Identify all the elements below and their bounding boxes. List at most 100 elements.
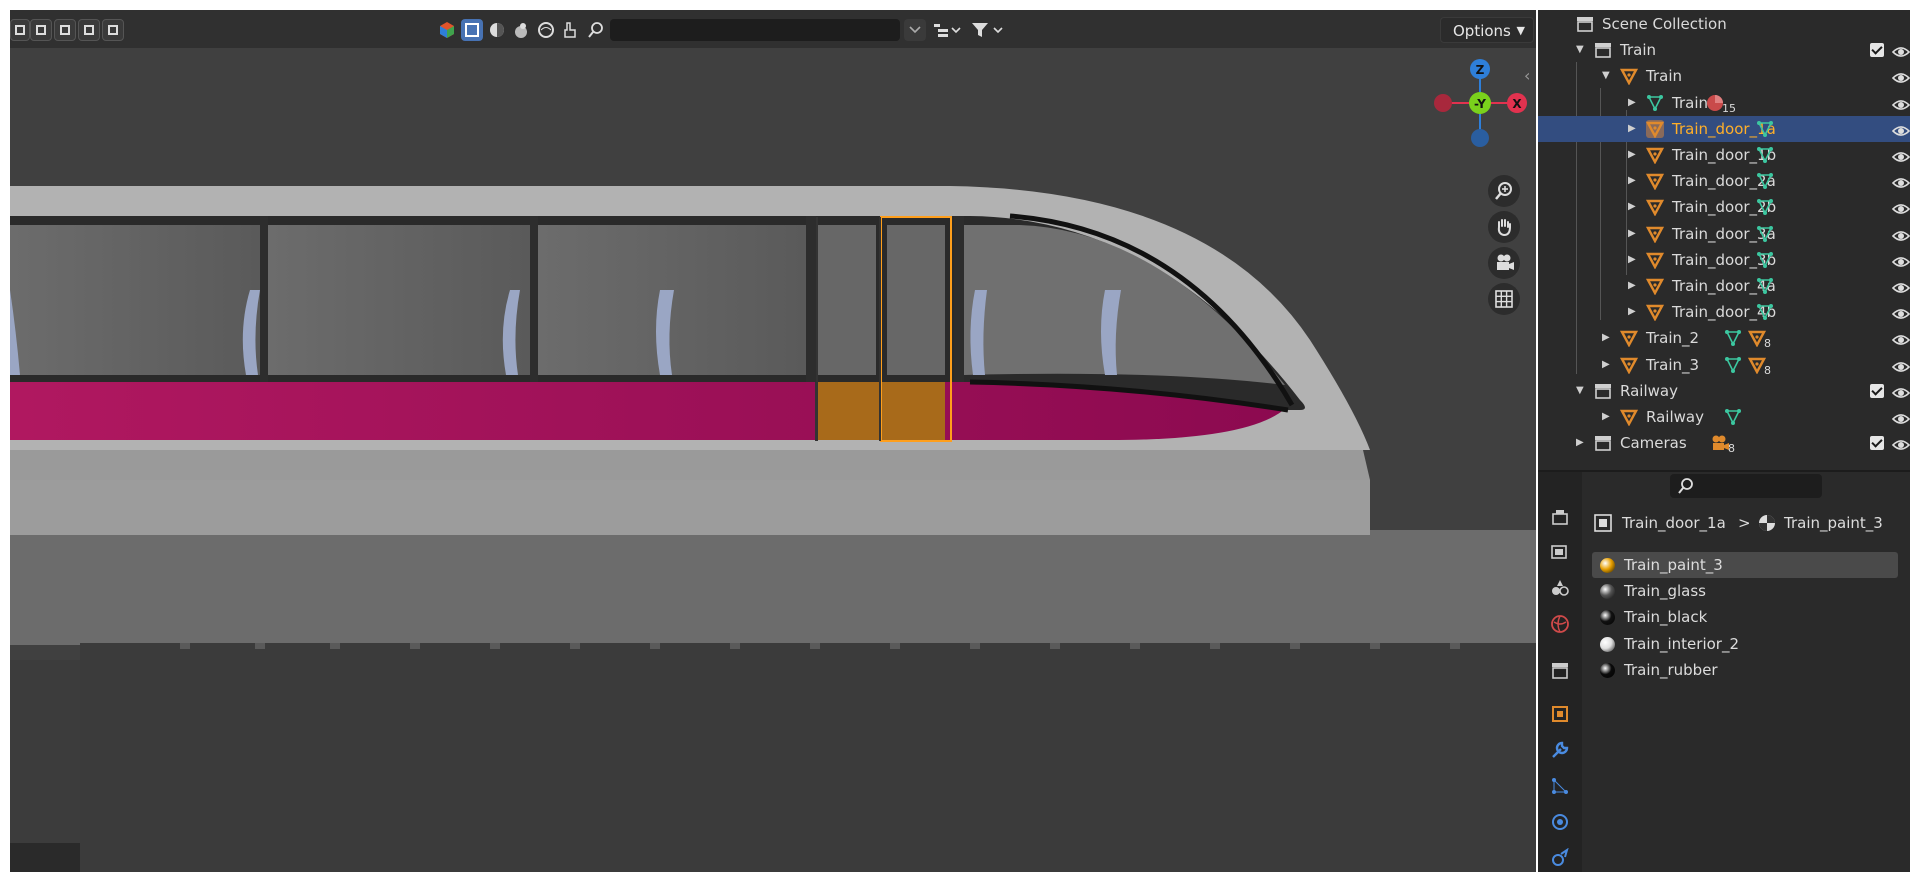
train-scene[interactable] [10, 10, 1536, 872]
properties-panel[interactable]: Train_door_1a > Train_paint_3 Train_pain… [1538, 470, 1910, 872]
chevron-left-icon[interactable]: ‹ [1524, 66, 1530, 85]
hand-pan-icon[interactable] [1488, 211, 1520, 243]
3d-viewport[interactable]: Options ▼ Z X -Y ‹ [10, 10, 1536, 872]
visibility-eye-icon[interactable] [1891, 357, 1910, 373]
mesh-data-icon[interactable] [1756, 303, 1774, 321]
mesh-data-icon[interactable] [1756, 251, 1774, 269]
expand-arrow-right-icon[interactable]: ▶ [1628, 90, 1636, 116]
camera-icon[interactable] [1710, 434, 1729, 452]
expand-arrow-right-icon[interactable]: ▶ [1628, 299, 1636, 325]
select-invert-icon[interactable] [78, 19, 100, 41]
outliner-row[interactable]: ▼ Train [1538, 37, 1910, 63]
mesh-data-icon[interactable] [1756, 225, 1774, 243]
visibility-eye-icon[interactable] [1891, 278, 1910, 294]
outliner-row[interactable]: ▶ Train 15 [1538, 90, 1910, 116]
grid-icon[interactable] [1488, 283, 1520, 315]
visibility-eye-icon[interactable] [1891, 147, 1910, 163]
mesh-data-icon[interactable] [1724, 356, 1742, 374]
outliner-row[interactable]: ▶ Train_door_2a [1538, 168, 1910, 194]
exclude-checkbox[interactable] [1870, 436, 1884, 451]
expand-arrow-right-icon[interactable]: ▶ [1628, 116, 1636, 142]
select-subtract-icon[interactable] [54, 19, 76, 41]
visibility-eye-icon[interactable] [1891, 95, 1910, 111]
material-slot[interactable]: Train_glass [1592, 578, 1898, 604]
options-button[interactable]: Options ▼ [1440, 17, 1534, 43]
outliner-row[interactable]: ▶ Cameras 8 [1538, 430, 1910, 456]
expand-arrow-right-icon[interactable]: ▶ [1576, 430, 1584, 456]
camera-icon[interactable] [1488, 247, 1520, 279]
mesh-data-icon[interactable] [1756, 146, 1774, 164]
outliner-row[interactable]: ▶ Train_door_3b [1538, 247, 1910, 273]
material-slot-list[interactable]: Train_paint_3 Train_glass Train_black Train… [1592, 552, 1898, 692]
outliner-row[interactable]: ▶ Train_door_1a [1538, 115, 1910, 142]
mesh-data-icon[interactable] [1756, 277, 1774, 295]
rendered-shading-icon[interactable] [535, 19, 557, 41]
mesh-data-icon[interactable] [1756, 172, 1774, 190]
expand-arrow-right-icon[interactable]: ▶ [1628, 142, 1636, 168]
navigation-gizmo[interactable]: Z X -Y [1408, 58, 1528, 178]
paint-brush-icon[interactable] [560, 19, 582, 41]
viewport-shading-icon[interactable] [436, 19, 458, 41]
visibility-eye-icon[interactable] [1891, 330, 1910, 346]
expand-arrow-right-icon[interactable]: ▶ [1602, 325, 1610, 351]
solid-shading-icon[interactable] [486, 19, 508, 41]
visibility-eye-icon[interactable] [1891, 252, 1910, 268]
expand-arrow-right-icon[interactable]: ▶ [1602, 404, 1610, 430]
world-tab-icon[interactable] [1548, 612, 1572, 636]
visibility-eye-icon[interactable] [1891, 304, 1910, 320]
visibility-eye-icon[interactable] [1891, 173, 1910, 189]
expand-arrow-right-icon[interactable]: ▶ [1628, 273, 1636, 299]
outliner-row[interactable]: ▶ Train_door_4b [1538, 299, 1910, 325]
render-tab-icon[interactable] [1548, 540, 1572, 564]
material-slot[interactable]: Train_interior_2 [1592, 631, 1898, 657]
expand-arrow-right-icon[interactable]: ▶ [1628, 194, 1636, 220]
material-slot[interactable]: Train_black [1592, 604, 1898, 630]
material-slot[interactable]: Train_rubber [1592, 657, 1898, 683]
search-input[interactable] [610, 19, 900, 41]
outliner-row[interactable]: ▼ Train [1538, 63, 1910, 89]
object-tab-icon[interactable] [1548, 702, 1572, 726]
select-extend-icon[interactable] [30, 19, 52, 41]
visibility-eye-icon[interactable] [1891, 435, 1910, 451]
tool-tab-icon[interactable] [1548, 506, 1572, 530]
outliner-row[interactable]: ▶ Train_3 8 [1538, 352, 1910, 378]
outliner-row[interactable]: ▶ Railway [1538, 404, 1910, 430]
expand-arrow-down-icon[interactable]: ▼ [1576, 378, 1584, 404]
properties-search-input[interactable] [1670, 474, 1822, 498]
scene-tab-icon[interactable] [1548, 576, 1572, 600]
outliner-row[interactable]: ▼ Railway [1538, 378, 1910, 404]
zoom-icon[interactable] [1488, 175, 1520, 207]
material-slot[interactable]: Train_paint_3 [1592, 552, 1898, 578]
outliner-panel[interactable]: Scene Collection ▼ Train ▼ Train ▶ Train 15 ▶ Tra… [1538, 10, 1910, 470]
expand-arrow-down-icon[interactable]: ▼ [1602, 63, 1610, 89]
outliner-row[interactable]: Scene Collection [1538, 11, 1910, 37]
material-shading-icon[interactable] [510, 19, 532, 41]
mesh-data-icon[interactable] [1756, 120, 1774, 138]
visibility-eye-icon[interactable] [1891, 68, 1910, 84]
visibility-eye-icon[interactable] [1891, 42, 1910, 58]
constraints-tab-icon[interactable] [1548, 846, 1572, 870]
exclude-checkbox[interactable] [1870, 43, 1884, 58]
chevron-down-icon[interactable] [904, 19, 926, 41]
outliner-row[interactable]: ▶ Train_door_3a [1538, 221, 1910, 247]
particles-tab-icon[interactable] [1548, 774, 1572, 798]
outliner-row[interactable]: ▶ Train_door_1b [1538, 142, 1910, 168]
outliner-row[interactable]: ▶ Train_door_4a [1538, 273, 1910, 299]
xray-toggle-icon[interactable] [461, 19, 483, 41]
expand-arrow-right-icon[interactable]: ▶ [1628, 247, 1636, 273]
physics-tab-icon[interactable] [1548, 810, 1572, 834]
visibility-eye-icon[interactable] [1891, 383, 1910, 399]
visibility-eye-icon[interactable] [1891, 199, 1910, 215]
mesh-data-icon[interactable] [1724, 408, 1742, 426]
expand-arrow-right-icon[interactable]: ▶ [1602, 352, 1610, 378]
visibility-eye-icon[interactable] [1891, 121, 1910, 137]
filter-icon[interactable] [968, 19, 1006, 41]
outliner-row[interactable]: ▶ Train_2 8 [1538, 325, 1910, 351]
select-mode-icon[interactable] [10, 19, 30, 41]
select-intersect-icon[interactable] [102, 19, 124, 41]
expand-arrow-down-icon[interactable]: ▼ [1576, 37, 1584, 63]
exclude-checkbox[interactable] [1870, 383, 1884, 398]
expand-arrow-right-icon[interactable]: ▶ [1628, 168, 1636, 194]
outliner-row[interactable]: ▶ Train_door_2b [1538, 194, 1910, 220]
visibility-eye-icon[interactable] [1891, 226, 1910, 242]
